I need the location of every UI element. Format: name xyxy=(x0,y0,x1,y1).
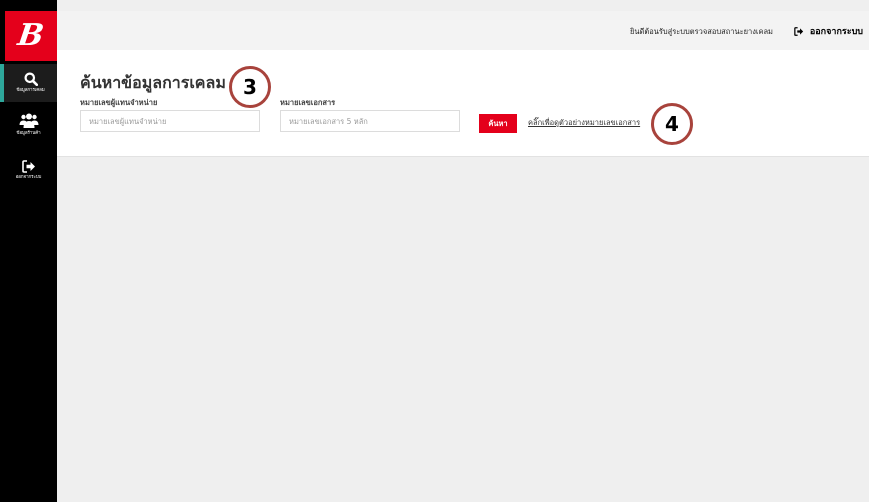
bridgestone-logo[interactable]: B xyxy=(5,11,57,61)
document-number-label: หมายเลขเอกสาร xyxy=(280,98,336,107)
users-icon xyxy=(19,113,38,128)
header-logout-link[interactable]: ออกจากระบบ xyxy=(794,24,863,38)
logout-label: ออกจากระบบ xyxy=(809,27,863,37)
sidebar-item-label: ข้อมูลการเคลม xyxy=(16,88,45,93)
sidebar-item-logout[interactable]: ออกจากระบบ xyxy=(0,160,57,188)
logo-letter: B xyxy=(15,18,47,53)
sign-out-icon xyxy=(21,160,35,173)
sidebar: B ข้อมูลการเคลม ข้อมูลร้านค้า ออกจากระบบ xyxy=(0,0,57,502)
annotation-callout-3: 3 xyxy=(229,66,271,108)
dealer-number-input[interactable] xyxy=(80,110,260,132)
search-button[interactable]: ค้นหา xyxy=(479,114,517,133)
sidebar-item-label: ออกจากระบบ xyxy=(15,175,42,180)
sidebar-item-claim-info[interactable]: ข้อมูลการเคลม xyxy=(0,64,57,102)
app-window: B ข้อมูลการเคลม ข้อมูลร้านค้า ออกจากระบบ… xyxy=(0,0,869,502)
sidebar-item-store-info[interactable]: ข้อมูลร้านค้า xyxy=(0,113,57,145)
claim-search-panel: ค้นหาข้อมูลการเคลม หมายเลขผู้แทนจำหน่าย … xyxy=(57,50,869,157)
top-header: ยินดีต้อนรับสู่ระบบตรวจสอบสถานะยางเคลม อ… xyxy=(57,11,869,50)
welcome-message: ยินดีต้อนรับสู่ระบบตรวจสอบสถานะยางเคลม xyxy=(629,27,773,36)
sidebar-item-label: ข้อมูลร้านค้า xyxy=(16,131,41,136)
search-icon xyxy=(24,72,38,86)
annotation-callout-4: 4 xyxy=(651,103,693,145)
page-title: ค้นหาข้อมูลการเคลม xyxy=(80,73,226,92)
sample-document-link[interactable]: คลิ๊กเพื่อดูตัวอย่างหมายเลขเอกสาร xyxy=(528,117,640,129)
document-number-input[interactable] xyxy=(280,110,460,132)
dealer-number-label: หมายเลขผู้แทนจำหน่าย xyxy=(80,98,158,107)
sign-out-icon xyxy=(794,26,804,36)
